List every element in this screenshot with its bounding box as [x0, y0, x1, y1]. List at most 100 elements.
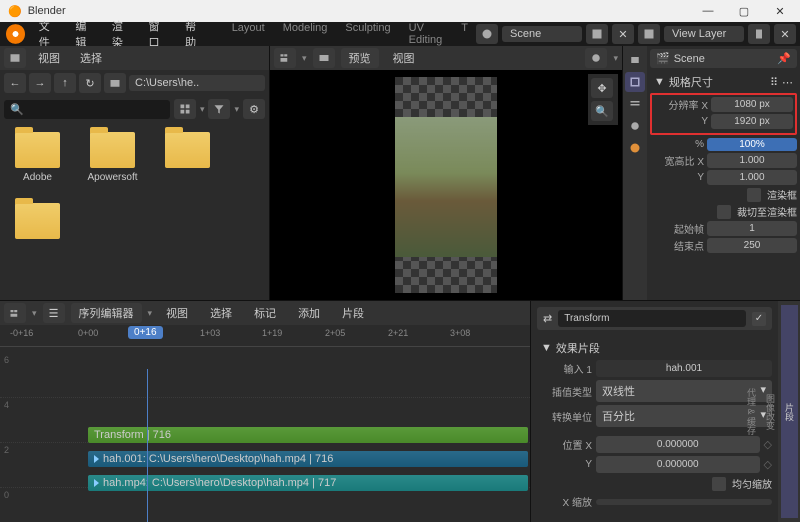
maximize-button[interactable]: ▢ [726, 0, 762, 22]
folder-item[interactable]: Apowersoft [85, 132, 140, 183]
seq-menu-add[interactable]: 添加 [290, 305, 328, 321]
strip-movie[interactable]: hah.001: C:\Users\hero\Desktop\hah.mp4 |… [88, 451, 528, 467]
sequencer-tracks[interactable]: 6 4 2 0 Transform | 716 hah.001: C:\User… [0, 347, 530, 522]
new-viewlayer-button[interactable] [748, 24, 770, 44]
resolution-percent[interactable]: 100% [707, 138, 797, 151]
render-region-checkbox[interactable] [747, 188, 761, 202]
strip-movie[interactable]: hah.mp4: C:\Users\hero\Desktop\hah.mp4 |… [88, 475, 528, 491]
filebrowser-panel: 视图 选择 ← → ↑ ↻ C:\Users\he.. 🔍 ▾ ▾ ⚙ Adob… [0, 46, 270, 300]
timeline-ruler[interactable]: -0+16 0+00 0+16 1+03 1+19 2+05 2+21 3+08 [0, 325, 530, 347]
playhead-line[interactable] [147, 369, 148, 522]
list-icon[interactable]: ⠿ [770, 76, 778, 89]
close-button[interactable]: ✕ [762, 0, 798, 22]
playhead-indicator[interactable]: 0+16 [128, 326, 163, 339]
seq-editor-label[interactable]: 序列编辑器 [71, 303, 142, 323]
topbar: 文件 编辑 渲染 窗口 帮助 Layout Modeling Sculpting… [0, 22, 800, 46]
scene-name[interactable]: Scene [674, 53, 705, 65]
scene-name-field[interactable]: Scene [502, 26, 582, 42]
blender-logo-icon[interactable] [6, 24, 25, 44]
disclosure-icon: ▼ [541, 342, 552, 354]
play-icon [94, 455, 99, 463]
sidebar-tab-modifiers[interactable]: 图像改变 [762, 305, 779, 518]
sidebar-tab-strip[interactable]: 片段 [781, 305, 798, 518]
preview-mode-label[interactable]: 预览 [341, 48, 379, 68]
folder-item[interactable]: Adobe [10, 132, 65, 183]
display-mode-button[interactable] [174, 99, 196, 119]
folder-icon [165, 132, 210, 168]
nav-forward-button[interactable]: → [29, 73, 51, 93]
strip-properties-panel: ⇄ Transform ▼ 效果片段 输入 1 hah.001 插值类型 双线性… [530, 300, 800, 522]
strip-name-input[interactable]: Transform [558, 310, 746, 327]
position-x-input[interactable]: 0.000000 [596, 436, 760, 453]
frame-end-input[interactable]: 250 [707, 238, 797, 253]
strip-transform[interactable]: Transform | 716 [88, 427, 528, 443]
preview-view-menu[interactable]: 视图 [385, 50, 423, 66]
delete-viewlayer-button[interactable]: ✕ [774, 24, 796, 44]
props-tab-scene[interactable] [625, 116, 645, 136]
play-icon [94, 479, 99, 487]
viewlayer-field[interactable]: View Layer [664, 26, 744, 42]
folder-item[interactable] [160, 132, 215, 183]
props-tab-world[interactable] [625, 138, 645, 158]
effect-section[interactable]: ▼ 效果片段 [537, 336, 772, 360]
resolution-x-input[interactable]: 1080 px [711, 97, 793, 112]
position-y-input[interactable]: 0.000000 [596, 456, 760, 473]
nav-back-button[interactable]: ← [4, 73, 26, 93]
seq-editor-type[interactable] [4, 303, 26, 323]
resolution-y-input[interactable]: 1920 px [711, 114, 793, 129]
aspect-y-input[interactable]: 1.000 [707, 170, 797, 185]
folder-icon [15, 203, 60, 239]
seq-display-button[interactable]: ☰ [43, 303, 65, 323]
settings-button[interactable]: ⚙ [243, 99, 265, 119]
browse-viewlayer-button[interactable] [638, 24, 660, 44]
new-scene-button[interactable] [586, 24, 608, 44]
nav-up-button[interactable]: ↑ [54, 73, 76, 93]
search-icon: 🔍 [10, 103, 24, 116]
properties-panel: 🎬 Scene 📌 ▼ 规格尺寸 ⠿ ⋯ 分辨率 X 1080 px Y 192… [622, 46, 800, 300]
sidebar-tab-proxy[interactable]: 代理 & 缓存 [743, 305, 760, 518]
disclosure-icon: ▼ [654, 76, 665, 88]
zoom-icon[interactable]: 🔍 [591, 101, 613, 121]
editor-type-button[interactable] [4, 48, 26, 68]
blender-icon: 🟠 [8, 5, 22, 18]
browse-scene-button[interactable] [476, 24, 498, 44]
preview-mode-button[interactable] [313, 48, 335, 68]
props-tab-output[interactable] [625, 72, 645, 92]
options-icon[interactable]: ⋯ [782, 76, 793, 89]
filter-button[interactable] [208, 99, 230, 119]
overlay-button[interactable] [585, 48, 607, 68]
search-input[interactable]: 🔍 [4, 100, 170, 119]
preview-panel: ▾ 预览 视图 ▾ ✥ 🔍 [270, 46, 622, 300]
preview-image [395, 117, 497, 257]
file-list[interactable]: Adobe Apowersoft [0, 122, 269, 300]
frame-start-input[interactable]: 1 [707, 221, 797, 236]
preview-editor-type[interactable] [274, 48, 296, 68]
delete-scene-button[interactable]: ✕ [612, 24, 634, 44]
crop-region-checkbox[interactable] [717, 205, 731, 219]
section-dimensions[interactable]: ▼ 规格尺寸 ⠿ ⋯ [650, 71, 797, 93]
seq-menu-select[interactable]: 选择 [202, 305, 240, 321]
folder-item[interactable] [10, 203, 65, 239]
sequencer-panel: ▾ ☰ 序列编辑器 ▾ 视图 选择 标记 添加 片段 -0+16 0+00 0+… [0, 300, 530, 522]
props-tab-viewlayer[interactable] [625, 94, 645, 114]
fb-menu-view[interactable]: 视图 [30, 50, 68, 66]
scene-icon: 🎬 [656, 52, 670, 65]
strip-type-icon[interactable]: ⇄ [543, 312, 552, 325]
aspect-x-input[interactable]: 1.000 [707, 153, 797, 168]
minimize-button[interactable]: — [690, 0, 726, 22]
seq-menu-strip[interactable]: 片段 [334, 305, 372, 321]
props-tab-render[interactable] [625, 50, 645, 70]
fb-menu-select[interactable]: 选择 [72, 50, 110, 66]
pin-icon[interactable]: 📌 [777, 52, 791, 65]
window-title: Blender [28, 5, 66, 17]
seq-menu-view[interactable]: 视图 [158, 305, 196, 321]
folder-icon [90, 132, 135, 168]
seq-menu-marker[interactable]: 标记 [246, 305, 284, 321]
uniform-scale-checkbox[interactable] [712, 477, 726, 491]
path-input[interactable]: C:\Users\he.. [129, 75, 265, 91]
nav-newfolder-button[interactable] [104, 73, 126, 93]
resolution-highlight: 分辨率 X 1080 px Y 1920 px [650, 93, 797, 135]
pan-icon[interactable]: ✥ [591, 78, 613, 98]
preview-viewport[interactable]: ✥ 🔍 [270, 70, 622, 300]
nav-refresh-button[interactable]: ↻ [79, 73, 101, 93]
